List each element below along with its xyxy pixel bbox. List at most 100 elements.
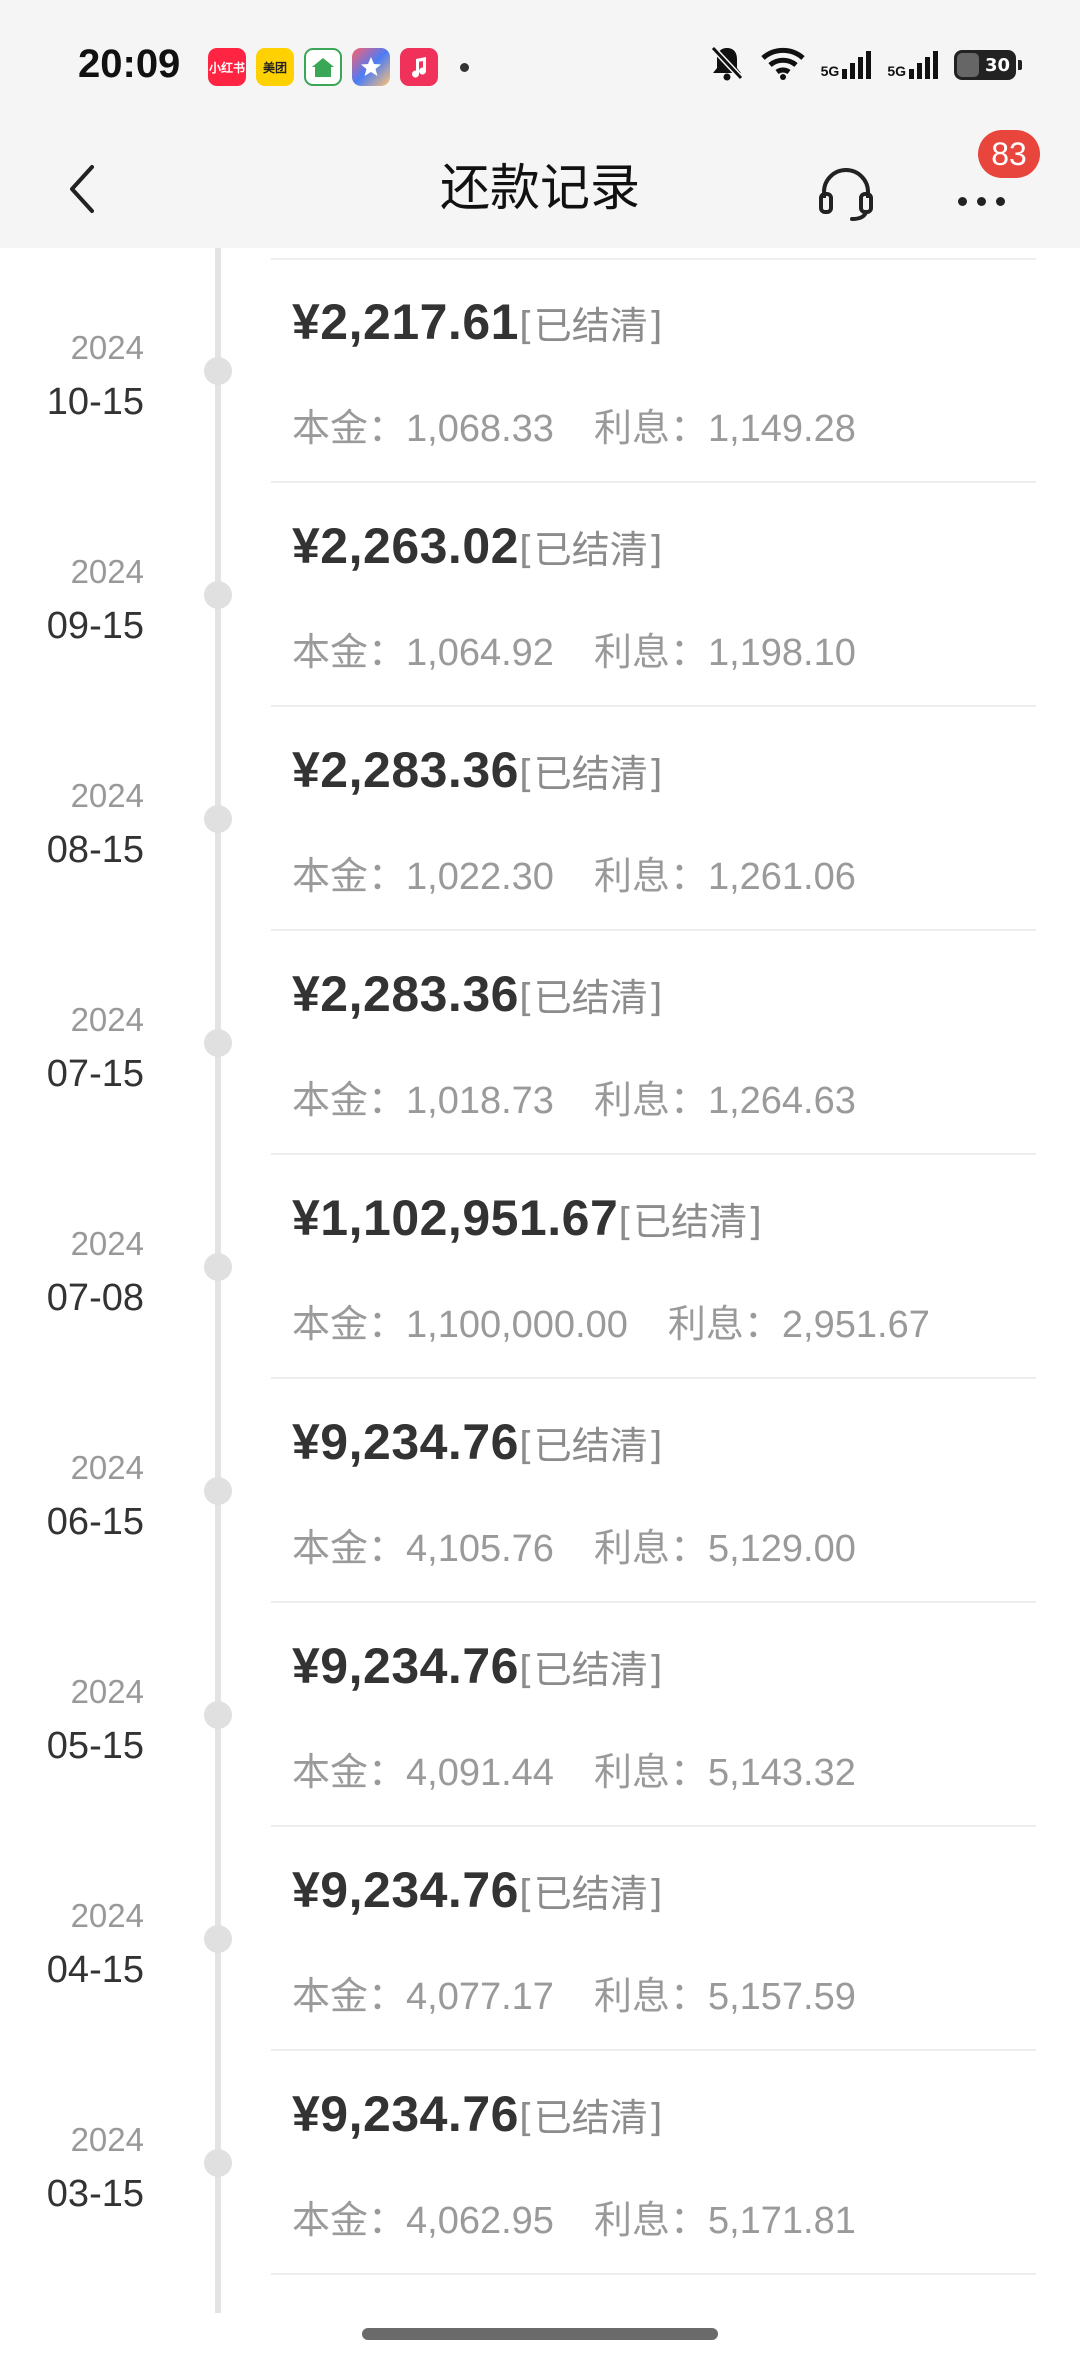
timeline-dot: [204, 1477, 232, 1505]
nav-bar: 还款记录: [0, 130, 1080, 248]
interest-label: 利息：: [593, 854, 708, 898]
record-amount: ¥9,234.76: [292, 1414, 519, 1470]
record-status: [已结清]: [618, 1200, 762, 1244]
timeline-dot: [204, 805, 232, 833]
record-year: 2024: [70, 1449, 144, 1486]
timeline-dot: [204, 581, 232, 609]
record-status: [已结清]: [518, 1872, 663, 1916]
record-amount-line: ¥2,283.36[已结清]: [292, 741, 663, 799]
principal-label: 本金：: [292, 2198, 407, 2242]
headset-icon: [819, 168, 873, 221]
repayment-record[interactable]: 2024 05-15 ¥9,234.76[已结清] 本金：4,091.44 利息：…: [0, 1603, 1080, 1827]
home-indicator[interactable]: [362, 2328, 718, 2340]
principal-label: 本金：: [292, 1526, 407, 1570]
repayment-record[interactable]: 2024 08-15 ¥2,283.36[已结清] 本金：1,022.30 利息：…: [0, 707, 1080, 931]
music-app-icon: [400, 48, 438, 86]
principal-value: 4,062.95: [406, 2200, 554, 2242]
interest-value: 5,171.81: [707, 2200, 856, 2242]
principal-value: 1,018.73: [406, 1080, 554, 1122]
record-amount-line: ¥9,234.76[已结清]: [292, 1413, 663, 1471]
record-date: 06-15: [46, 1501, 144, 1543]
record-amount: ¥9,234.76: [292, 1862, 519, 1918]
record-breakdown: 本金：1,022.30 利息：1,261.06: [292, 845, 856, 900]
record-date: 03-15: [46, 2173, 144, 2215]
record-breakdown: 本金：4,105.76 利息：5,129.00: [292, 1517, 856, 1572]
repayment-record[interactable]: 2024 09-15 ¥2,263.02[已结清] 本金：1,064.92 利息：…: [0, 483, 1080, 707]
record-amount-line: ¥2,217.61[已结清]: [292, 293, 663, 351]
xiaohongshu-app-icon: 小红书: [208, 48, 246, 86]
record-year: 2024: [70, 329, 144, 366]
principal-value: 1,100,000.00: [406, 1304, 628, 1346]
record-breakdown: 本金：4,091.44 利息：5,143.32: [292, 1741, 856, 1796]
record-status: [已结清]: [518, 1648, 663, 1692]
principal-value: 1,068.33: [406, 408, 554, 450]
record-amount-line: ¥9,234.76[已结清]: [292, 1861, 663, 1919]
record-amount-line: ¥9,234.76[已结清]: [292, 1637, 663, 1695]
more-dots-icon: [957, 196, 1005, 206]
interest-value: 1,261.06: [707, 856, 856, 898]
record-breakdown: 本金：1,018.73 利息：1,264.63: [292, 1069, 856, 1124]
record-status: [已结清]: [518, 2096, 663, 2140]
interest-label: 利息：: [593, 630, 708, 674]
interest-label: 利息：: [593, 2198, 708, 2242]
customer-service-button[interactable]: [808, 156, 884, 232]
repayment-record[interactable]: 2024 06-15 ¥9,234.76[已结清] 本金：4,105.76 利息：…: [0, 1379, 1080, 1603]
principal-value: 4,105.76: [406, 1528, 554, 1570]
principal-value: 4,077.17: [406, 1976, 554, 2018]
record-date: 05-15: [46, 1725, 144, 1767]
record-year: 2024: [70, 1897, 144, 1934]
principal-label: 本金：: [292, 1078, 407, 1122]
record-date: 10-15: [46, 381, 144, 423]
repayment-record[interactable]: 2024 10-15 ¥2,217.61[已结清] 本金：1,068.33 利息：…: [0, 259, 1080, 483]
wifi-icon: [760, 46, 805, 84]
interest-label: 利息：: [593, 1526, 708, 1570]
timeline-dot: [204, 1701, 232, 1729]
timeline-dot: [204, 2149, 232, 2177]
meituan-app-icon: 美团: [256, 48, 294, 86]
record-amount: ¥2,283.36: [292, 742, 519, 798]
timeline-dot: [204, 1029, 232, 1057]
message-count-badge: 83: [978, 130, 1040, 178]
signal-5g-icon-1: 5G: [821, 51, 872, 79]
interest-value: 1,149.28: [707, 408, 856, 450]
record-divider: [271, 2273, 1036, 2275]
record-year: 2024: [70, 553, 144, 590]
interest-label: 利息：: [593, 1078, 708, 1122]
principal-value: 1,064.92: [406, 632, 554, 674]
record-breakdown: 本金：1,100,000.00 利息：2,951.67: [292, 1293, 930, 1348]
timeline-dot: [204, 1925, 232, 1953]
repayment-record[interactable]: 2024 03-15 ¥9,234.76[已结清] 本金：4,062.95 利息：…: [0, 2051, 1080, 2275]
record-breakdown: 本金：1,064.92 利息：1,198.10: [292, 621, 856, 676]
record-amount: ¥9,234.76: [292, 1638, 519, 1694]
repayment-record[interactable]: 2024 07-15 ¥2,283.36[已结清] 本金：1,018.73 利息：…: [0, 931, 1080, 1155]
principal-label: 本金：: [292, 406, 407, 450]
record-date: 04-15: [46, 1949, 144, 1991]
mute-bell-icon: [709, 44, 745, 86]
interest-value: 5,157.59: [707, 1976, 856, 2018]
record-amount: ¥2,217.61: [292, 294, 519, 350]
repayment-record[interactable]: 2024 07-08 ¥1,102,951.67[已结清] 本金：1,100,0…: [0, 1155, 1080, 1379]
interest-value: 1,264.63: [707, 1080, 856, 1122]
principal-value: 1,022.30: [406, 856, 554, 898]
record-date: 08-15: [46, 829, 144, 871]
record-amount: ¥2,283.36: [292, 966, 519, 1022]
interest-value: 2,951.67: [781, 1304, 930, 1346]
system-icons: 5G 5G 30: [709, 44, 1022, 86]
timeline-dot: [204, 1253, 232, 1281]
record-status: [已结清]: [518, 976, 663, 1020]
interest-label: 利息：: [593, 406, 708, 450]
signal-5g-icon-2: 5G: [887, 51, 938, 79]
record-amount: ¥9,234.76: [292, 2086, 519, 2142]
interest-label: 利息：: [593, 1974, 708, 2018]
record-date: 07-15: [46, 1053, 144, 1095]
interest-value: 1,198.10: [707, 632, 856, 674]
more-notifications-dot: [460, 62, 469, 72]
record-breakdown: 本金：4,077.17 利息：5,157.59: [292, 1965, 856, 2020]
record-breakdown: 本金：1,068.33 利息：1,149.28: [292, 397, 856, 452]
record-amount-line: ¥2,283.36[已结清]: [292, 965, 663, 1023]
timeline-dot: [204, 357, 232, 385]
principal-label: 本金：: [292, 1974, 407, 2018]
record-year: 2024: [70, 2121, 144, 2158]
repayment-record[interactable]: 2024 04-15 ¥9,234.76[已结清] 本金：4,077.17 利息：…: [0, 1827, 1080, 2051]
record-amount-line: ¥2,263.02[已结清]: [292, 517, 663, 575]
